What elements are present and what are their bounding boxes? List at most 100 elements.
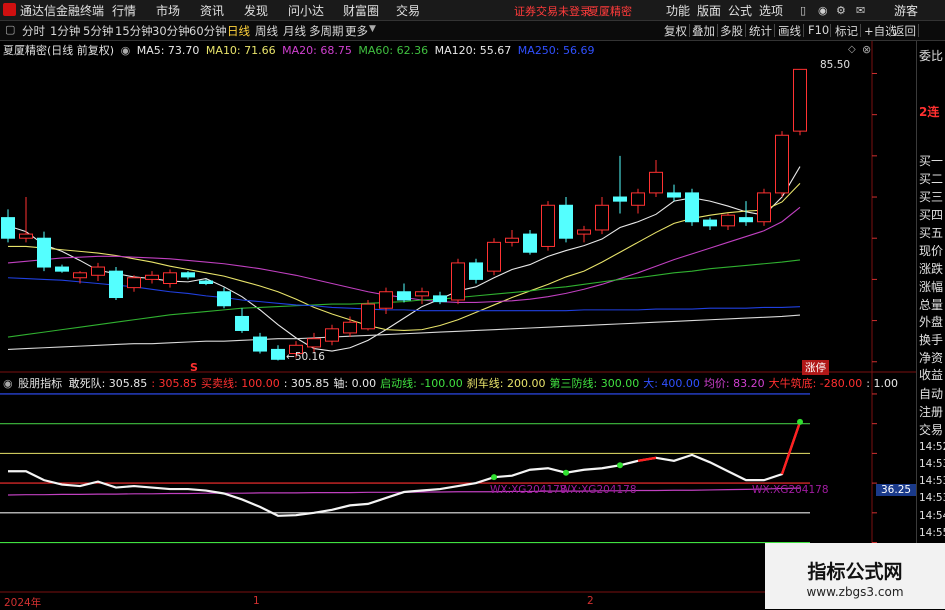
candle-body [433,295,447,303]
candle-body [397,291,411,301]
candle-body [199,280,213,285]
indicator-green-dot [491,474,497,481]
candle [469,258,483,284]
close-icon[interactable]: ⊗ [862,43,871,56]
site-watermark: 指标公式网 www.zbgs3.com [765,543,945,609]
candle-body [649,171,663,194]
side-label: 涨跌 [919,262,944,276]
candle [487,238,501,276]
candle [163,269,177,288]
candle-body [487,241,501,272]
indicator-toggle-icon[interactable]: ◉ [3,377,13,390]
side-label: 委比 [919,49,944,63]
candle [667,184,681,202]
candle [181,271,195,280]
side-label: 买一 [919,154,944,168]
candle-body [109,270,123,299]
indicator-main-line [8,421,802,517]
time-label-month-2: 2 [587,595,594,607]
side-label: 总量 [919,298,944,312]
legend-ma250: MA250: 56.69 [517,44,595,57]
indicator-legend-item: 大牛筑底: -280.00 [768,377,863,390]
indicator-legend-item: 大: 400.00 [643,377,700,390]
watermark-url: www.zbgs3.com [806,585,904,599]
candle-body [127,277,141,289]
candle [649,159,663,198]
legend-toggle-icon[interactable]: ◉ [121,44,131,57]
side-label: 涨幅 [919,280,944,294]
candle [271,345,285,361]
indicator-legend-item: 刹车线: 200.00 [466,377,546,390]
candle [325,324,339,346]
side-label: 注册 [919,405,944,419]
candle-body [379,291,393,309]
candle [397,283,411,303]
indicator-current-value: 36.25 [876,484,917,496]
candle [541,201,555,251]
candle-body [19,233,33,239]
side-time: 14:53 [919,458,945,470]
candle [757,188,771,226]
candle [613,155,627,214]
candle-body [613,196,627,202]
side-label: 买二 [919,172,944,186]
diamond-icon[interactable]: ◇ [848,44,856,55]
candle [91,262,105,282]
candle-body [325,328,339,342]
candle-body [775,134,789,194]
candle [127,275,141,292]
side-label: 外盘 [919,315,944,329]
side-label: 换手 [919,333,944,347]
candle [217,287,231,309]
candle-body [451,262,465,301]
candle [1,209,15,243]
stock-name: 夏厦精密(日线 前复权) [3,44,115,57]
candle-body [595,204,609,231]
side-label: 交易 [919,423,944,437]
candle-body [721,214,735,227]
indicator-legend: ◉ 股朋指标 敢死队: 305.85: 305.85 买卖线: 100.00: 3… [3,375,902,391]
watermark-title: 指标公式网 [807,561,903,583]
side-label: 净资 [919,351,944,365]
side-label: 自动 [919,387,944,401]
candle-body [1,217,15,239]
side-label: 买三 [919,190,944,204]
candle-body [667,192,681,198]
candle [631,188,645,214]
candle-body [145,274,159,280]
candle-body [163,272,177,285]
indicator-red-segment [780,421,802,475]
candle-body [505,237,519,243]
indicator-watermark-3: WX:XG204178 [752,484,829,496]
side-label: 收益 [919,368,944,382]
candle [37,231,51,272]
side-time: 14:52 [919,441,945,453]
min-price-label: ←50.16 [286,351,325,363]
candle-body [307,338,321,348]
legend-ma20: MA20: 68.75 [282,44,352,57]
time-label-month-1: 1 [253,595,260,607]
candle-body [541,204,555,247]
candle [19,197,33,243]
candle-body [253,336,267,352]
indicator-watermark-2: WX:XG204178 [560,484,637,496]
candle-body [37,237,51,268]
min-price-value: 50.16 [294,351,325,363]
ma-line-ma5 [7,166,801,352]
legend-ma5: MA5: 73.70 [136,44,200,57]
candle-body [217,291,231,307]
candle [775,131,789,198]
candle [739,201,753,226]
candle-body [559,204,573,239]
stock-chart[interactable] [0,0,945,609]
candle [343,316,357,338]
indicator-name: 股朋指标 [18,377,63,390]
candle-body [91,266,105,276]
indicator-legend-item: 启动线: -100.00 [380,377,463,390]
indicator-end-dot [797,418,803,425]
candle-body [271,348,285,360]
max-price-label: 85.50 [820,59,851,71]
candle-body [703,219,717,227]
indicator-red-segment [637,456,657,462]
indicator-green-dot [563,469,569,476]
